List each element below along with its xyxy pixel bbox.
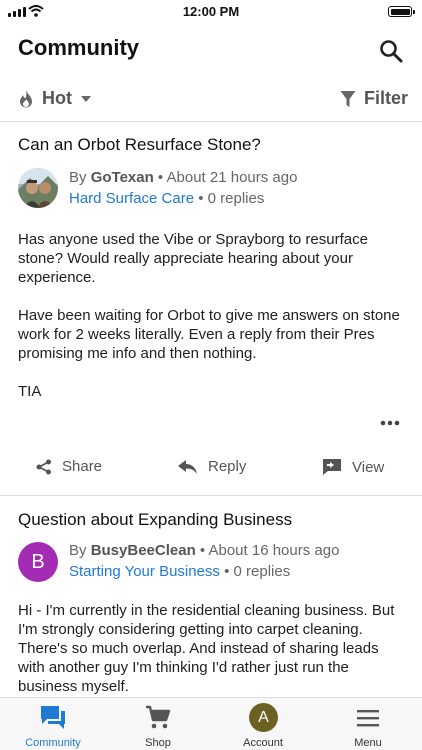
post-card[interactable]: Can an Orbot Resurface Stone? By GoTexan…	[0, 122, 422, 496]
filter-button[interactable]: Filter	[340, 88, 408, 109]
post-card[interactable]: Question about Expanding Business B By B…	[0, 497, 422, 697]
post-meta: By GoTexan • About 21 hours ago Hard Sur…	[69, 167, 297, 209]
tab-label: Shop	[145, 737, 171, 749]
category-link[interactable]: Hard Surface Care	[69, 190, 194, 207]
share-button[interactable]: Share	[36, 458, 102, 475]
toolbar: Hot Filter	[0, 76, 422, 122]
tab-bar: Community Shop A Account Menu	[0, 697, 422, 750]
search-icon[interactable]	[378, 38, 404, 64]
chat-bubbles-icon	[41, 706, 65, 729]
author-name[interactable]: GoTexan	[91, 169, 154, 186]
reply-label: Reply	[208, 458, 247, 475]
post-paragraph: Has anyone used the Vibe or Sprayborg to…	[18, 231, 368, 286]
tab-label: Account	[243, 737, 283, 749]
avatar[interactable]	[18, 168, 58, 208]
battery-icon	[388, 6, 415, 17]
by-label: By	[69, 169, 87, 186]
tab-shop[interactable]: Shop	[108, 698, 208, 750]
post-title[interactable]: Can an Orbot Resurface Stone?	[18, 135, 261, 155]
category-link[interactable]: Starting Your Business	[69, 563, 220, 580]
funnel-icon	[340, 90, 356, 107]
caret-down-icon	[81, 95, 91, 102]
reply-count: • 0 replies	[194, 190, 265, 207]
post-meta: By BusyBeeClean • About 16 hours ago Sta…	[69, 540, 339, 582]
post-paragraph: TIA	[18, 383, 42, 400]
view-thread-icon	[323, 459, 341, 475]
flame-icon	[20, 89, 32, 107]
sort-button[interactable]: Hot	[18, 88, 92, 109]
account-avatar: A	[249, 703, 278, 732]
header: Community	[0, 24, 422, 76]
tab-label: Menu	[354, 737, 382, 749]
post-paragraph: Have been waiting for Orbot to give me a…	[18, 307, 400, 362]
post-time: • About 21 hours ago	[153, 169, 298, 186]
post-body: Hi - I'm currently in the residential cl…	[18, 601, 408, 697]
share-label: Share	[62, 458, 103, 475]
post-paragraph: Hi - I'm currently in the residential cl…	[18, 602, 395, 695]
tab-account[interactable]: A Account	[213, 698, 313, 750]
tab-label: Community	[25, 737, 81, 749]
post-body: Has anyone used the Vibe or Sprayborg to…	[18, 230, 408, 420]
filter-label: Filter	[363, 88, 408, 108]
status-time: 12:00 PM	[182, 4, 240, 19]
user-photo-icon	[18, 168, 58, 208]
tab-menu[interactable]: Menu	[318, 698, 418, 750]
more-options-icon[interactable]	[380, 420, 400, 426]
view-button[interactable]: View	[322, 458, 384, 476]
cart-icon	[146, 705, 171, 729]
hamburger-icon	[357, 710, 379, 727]
post-title[interactable]: Question about Expanding Business	[18, 510, 292, 530]
status-bar: 12:00 PM	[0, 0, 422, 24]
view-label: View	[352, 458, 385, 476]
author-name[interactable]: BusyBeeClean	[91, 542, 196, 559]
avatar[interactable]: B	[18, 542, 58, 582]
tab-community[interactable]: Community	[3, 698, 103, 750]
by-label: By	[69, 542, 87, 559]
post-time: • About 16 hours ago	[195, 542, 340, 559]
share-icon	[36, 459, 51, 474]
page-title: Community	[18, 35, 139, 60]
reply-button[interactable]: Reply	[178, 458, 246, 475]
post-actions: Share Reply View	[0, 454, 422, 484]
reply-icon	[178, 459, 197, 474]
sort-label: Hot	[42, 88, 72, 108]
reply-count: • 0 replies	[219, 563, 291, 580]
